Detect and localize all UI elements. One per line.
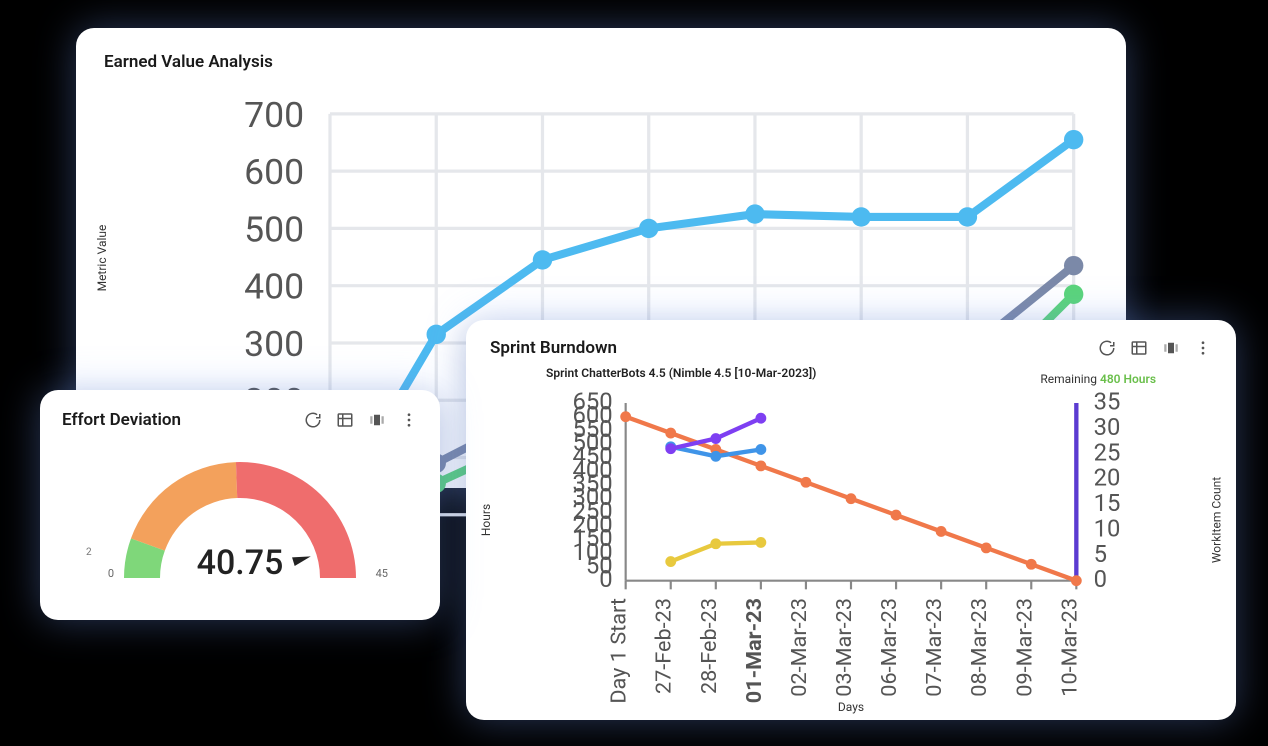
svg-text:08-Mar-23: 08-Mar-23 (967, 598, 992, 697)
svg-text:30: 30 (1094, 413, 1121, 441)
svg-text:01-Mar-23: 01-Mar-23 (742, 598, 767, 703)
more-icon[interactable] (400, 411, 418, 429)
effort-deviation-card: Effort Deviation 40.75 0 45 2 (40, 390, 440, 620)
burndown-remaining: Remaining 480 Hours (1040, 372, 1156, 386)
gauge-toolbar (304, 411, 418, 429)
effort-deviation-title: Effort Deviation (62, 410, 181, 430)
svg-text:5: 5 (1094, 540, 1107, 568)
svg-text:28-Feb-23: 28-Feb-23 (697, 598, 722, 694)
burndown-remaining-value: 480 Hours (1100, 372, 1156, 386)
burndown-ylabel: Hours (479, 504, 493, 536)
table-icon[interactable] (1130, 339, 1148, 357)
sprint-burndown-card: Sprint Burndown Sprint ChatterBots 4.5 (… (466, 320, 1236, 720)
burndown-title: Sprint Burndown (490, 338, 617, 358)
svg-text:10: 10 (1094, 514, 1121, 542)
carousel-icon[interactable] (368, 411, 386, 429)
gauge-value: 40.75 (197, 543, 284, 583)
svg-text:300: 300 (244, 323, 304, 365)
svg-text:06-Mar-23: 06-Mar-23 (877, 598, 902, 697)
burndown-toolbar (1098, 339, 1212, 357)
earned-value-ylabel: Metric Value (95, 225, 109, 292)
svg-text:400: 400 (244, 266, 304, 308)
gauge-plot: 40.75 0 45 2 (100, 438, 380, 588)
svg-text:10-Mar-23: 10-Mar-23 (1057, 598, 1082, 697)
svg-text:02-Mar-23: 02-Mar-23 (787, 598, 812, 697)
burndown-plot: 0501001502002503003504004505005506006500… (526, 390, 1176, 715)
svg-text:09-Mar-23: 09-Mar-23 (1012, 598, 1037, 697)
svg-text:600: 600 (244, 151, 304, 193)
refresh-icon[interactable] (304, 411, 322, 429)
svg-text:700: 700 (244, 94, 304, 136)
svg-text:0: 0 (1094, 565, 1107, 593)
carousel-icon[interactable] (1162, 339, 1180, 357)
gauge-tick-2: 2 (86, 547, 92, 558)
svg-text:25: 25 (1094, 438, 1121, 466)
svg-text:650: 650 (572, 390, 612, 416)
svg-text:Day 1 Start: Day 1 Start (607, 598, 632, 704)
burndown-remaining-label: Remaining (1040, 372, 1097, 386)
svg-text:20: 20 (1094, 464, 1121, 492)
gauge-min: 0 (86, 567, 114, 580)
burndown-y2label: WorkItem Count (1209, 477, 1223, 563)
svg-text:27-Feb-23: 27-Feb-23 (652, 598, 677, 694)
gauge-max: 45 (376, 567, 388, 580)
svg-text:07-Mar-23: 07-Mar-23 (922, 598, 947, 697)
earned-value-title: Earned Value Analysis (104, 52, 1098, 72)
table-icon[interactable] (336, 411, 354, 429)
svg-text:35: 35 (1094, 390, 1121, 416)
refresh-icon[interactable] (1098, 339, 1116, 357)
svg-text:500: 500 (244, 208, 304, 250)
more-icon[interactable] (1194, 339, 1212, 357)
svg-text:03-Mar-23: 03-Mar-23 (832, 598, 857, 697)
svg-text:15: 15 (1094, 489, 1121, 517)
